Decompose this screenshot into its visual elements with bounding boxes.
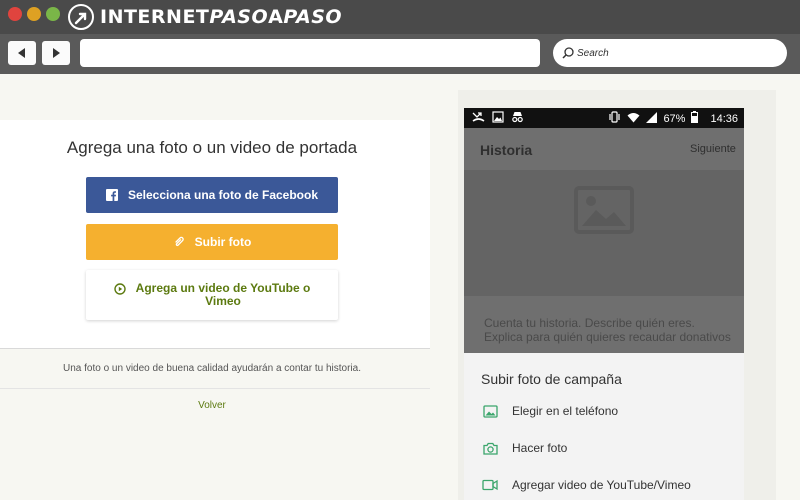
minimize-window-button[interactable] bbox=[27, 7, 41, 21]
logo-text-a: A bbox=[268, 6, 284, 28]
sheet-item-label: Hacer foto bbox=[512, 441, 568, 455]
story-textarea[interactable]: Cuenta tu historia. Describe quién eres.… bbox=[484, 316, 734, 344]
maximize-window-button[interactable] bbox=[46, 7, 60, 21]
image-placeholder-icon bbox=[574, 186, 634, 239]
video-icon bbox=[482, 479, 498, 491]
youtube-video-label-line1: Agrega un video de YouTube o bbox=[135, 281, 311, 295]
camera-icon bbox=[482, 442, 498, 455]
signal-icon bbox=[646, 111, 658, 126]
page-title: Agrega una foto o un video de portada bbox=[66, 138, 358, 157]
quality-hint: Una foto o un video de buena calidad ayu… bbox=[63, 363, 361, 374]
search-placeholder: Search bbox=[577, 47, 609, 59]
sheet-item-add-video[interactable]: Agregar video de YouTube/Vimeo bbox=[482, 478, 691, 492]
app-header-title: Historia bbox=[480, 142, 533, 158]
sheet-item-label: Agregar video de YouTube/Vimeo bbox=[512, 478, 691, 492]
upload-photo-button[interactable]: Subir foto bbox=[86, 224, 338, 260]
missed-call-icon bbox=[472, 111, 485, 126]
search-icon bbox=[562, 47, 574, 59]
sheet-item-take-photo[interactable]: Hacer foto bbox=[482, 441, 567, 455]
phone-status-bar: 67% 14:36 bbox=[464, 108, 744, 128]
logo-text-internet: INTERNET bbox=[100, 6, 210, 28]
window-titlebar: INTERNETPASOAPASO bbox=[0, 0, 800, 34]
image-icon bbox=[482, 404, 498, 418]
logo-arrow-icon bbox=[68, 4, 94, 30]
divider bbox=[0, 388, 430, 389]
youtube-video-button[interactable]: Agrega un video de YouTube o Vimeo bbox=[86, 270, 338, 320]
youtube-video-label: Agrega un video de YouTube o Vimeo bbox=[136, 282, 311, 308]
wifi-icon bbox=[627, 112, 640, 126]
upload-photo-label: Subir foto bbox=[194, 235, 252, 249]
site-logo: INTERNETPASOAPASO bbox=[68, 3, 342, 31]
youtube-video-label-line2: Vimeo bbox=[205, 294, 241, 308]
battery-icon bbox=[691, 111, 699, 126]
clock: 14:36 bbox=[710, 112, 738, 125]
sheet-item-label: Elegir en el teléfono bbox=[512, 404, 619, 418]
back-link[interactable]: Volver bbox=[0, 400, 424, 411]
facebook-photo-label: Selecciona una foto de Facebook bbox=[127, 188, 319, 202]
facebook-photo-button[interactable]: Selecciona una foto de Facebook bbox=[86, 177, 338, 213]
forward-button[interactable] bbox=[42, 41, 70, 65]
address-bar[interactable] bbox=[80, 39, 540, 67]
search-input[interactable]: Search bbox=[553, 39, 787, 67]
sheet-title: Subir foto de campaña bbox=[481, 371, 622, 387]
gallery-icon bbox=[492, 111, 504, 126]
incognito-icon bbox=[511, 111, 524, 126]
divider bbox=[0, 348, 430, 349]
logo-text-paso: PASO bbox=[209, 6, 269, 28]
close-window-button[interactable] bbox=[8, 7, 22, 21]
browser-toolbar: Search bbox=[0, 34, 800, 74]
logo-text-paso-2: PASO bbox=[283, 6, 343, 28]
vibrate-icon bbox=[608, 111, 621, 126]
battery-percent: 67% bbox=[663, 112, 686, 125]
facebook-icon bbox=[105, 189, 118, 201]
arrow-left-icon bbox=[18, 48, 25, 58]
play-circle-icon bbox=[113, 283, 126, 295]
arrow-right-icon bbox=[53, 48, 60, 58]
sheet-item-choose-from-phone[interactable]: Elegir en el teléfono bbox=[482, 404, 618, 418]
back-button[interactable] bbox=[8, 41, 36, 65]
next-button[interactable]: Siguiente bbox=[690, 143, 736, 155]
paperclip-icon bbox=[173, 236, 185, 248]
